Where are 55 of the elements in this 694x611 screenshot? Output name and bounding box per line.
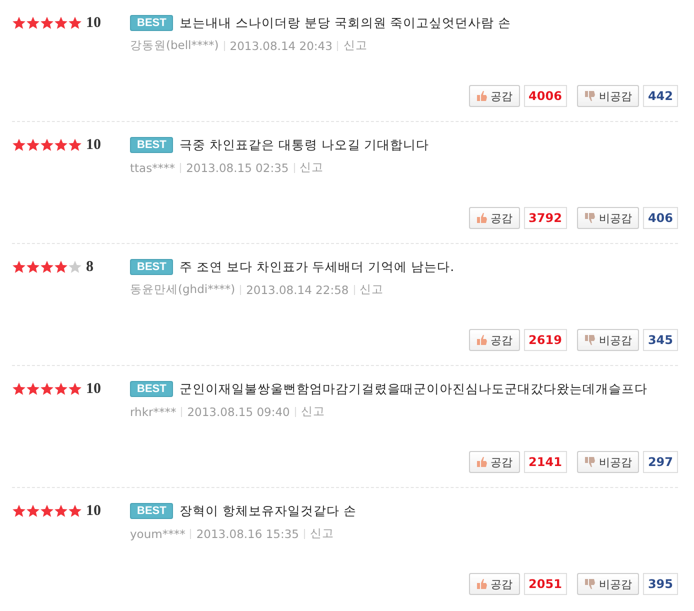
score: 8 [86,258,94,276]
comment-date: 2013.08.14 22:58 [246,282,349,296]
thumbs-up-icon [476,578,488,590]
score: 10 [86,380,101,398]
comment-date: 2013.08.15 09:40 [187,404,290,418]
comment-text: 주 조연 보다 차인표가 두세배더 기억에 남는다. [179,258,454,276]
dislike-count: 442 [642,85,678,107]
author-name: rhkr**** [130,404,176,418]
score: 10 [86,136,101,154]
comment-date: 2013.08.15 02:35 [186,160,289,174]
score: 10 [86,502,101,520]
thumbs-down-icon [584,90,596,102]
like-button[interactable]: 공감 [468,85,520,107]
like-count: 2051 [524,573,567,595]
comment-text: 보는내내 스나이더랑 분당 국회의원 죽이고싶엇던사람 손 [179,14,512,32]
like-button[interactable]: 공감 [468,573,520,595]
thumbs-down-icon [584,456,596,468]
like-count: 4006 [524,85,567,107]
author-name: 강동원(bell****) [130,38,219,53]
dislike-button[interactable]: 비공감 [576,207,639,229]
comment-text: 극중 차인표같은 대통령 나오길 기대합니다 [179,136,430,154]
thumbs-down-icon [584,578,596,590]
score: 10 [86,14,101,32]
author-name: 동윤만세(ghdi****) [130,282,236,297]
dislike-button[interactable]: 비공감 [576,451,639,473]
author-name: youm**** [130,526,186,540]
best-badge: BEST [130,503,174,519]
thumbs-up-icon [476,334,488,346]
thumbs-up-icon [476,456,488,468]
thumbs-down-icon [584,334,596,346]
like-button[interactable]: 공감 [468,451,520,473]
thumbs-up-icon [476,212,488,224]
best-badge: BEST [130,137,174,153]
comment-date: 2013.08.16 15:35 [196,526,299,540]
dislike-count: 297 [642,451,678,473]
dislike-count: 406 [642,207,678,229]
like-button[interactable]: 공감 [468,207,520,229]
like-button[interactable]: 공감 [468,329,520,351]
thumbs-up-icon [476,90,488,102]
comment-text: 군인이재일불쌍울뻔함엄마감기걸렸을때군이아진심나도군대갔다왔는데개슬프다 [179,380,648,398]
like-count: 3792 [524,207,567,229]
like-count: 2619 [524,329,567,351]
like-count: 2141 [524,451,567,473]
comment-date: 2013.08.14 20:43 [230,38,332,52]
best-badge: BEST [130,15,174,31]
dislike-count: 345 [642,329,678,351]
dislike-button[interactable]: 비공감 [576,85,639,107]
best-badge: BEST [130,381,174,397]
thumbs-down-icon [584,212,596,224]
comment-text: 장혁이 항체보유자일것같다 손 [179,502,356,520]
author-name: ttas**** [130,160,176,174]
dislike-count: 395 [642,573,678,595]
best-badge: BEST [130,259,174,275]
dislike-button[interactable]: 비공감 [576,573,639,595]
dislike-button[interactable]: 비공감 [576,329,639,351]
